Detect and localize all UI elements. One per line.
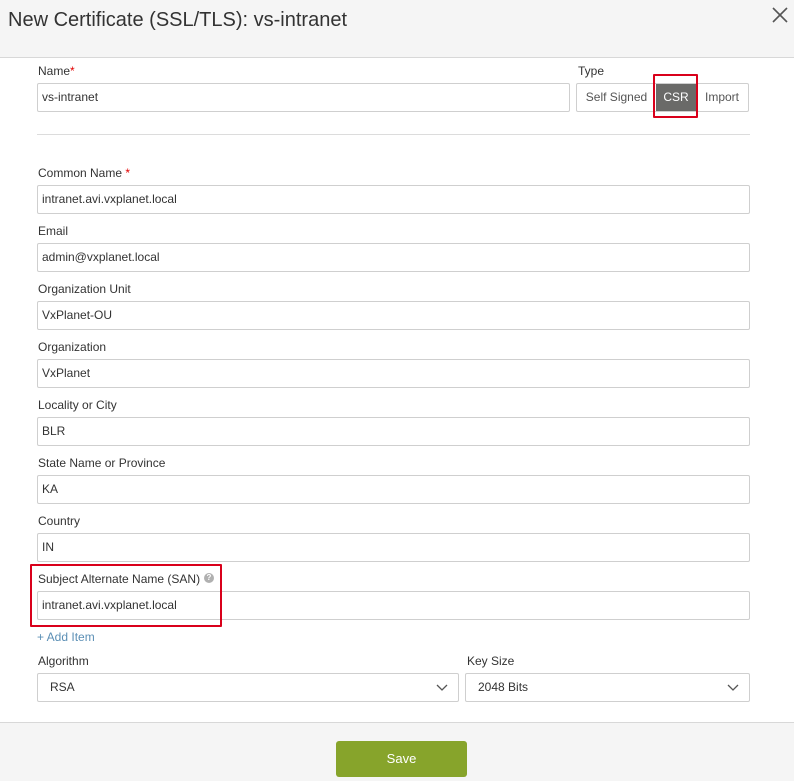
save-button[interactable]: Save: [336, 741, 467, 777]
type-csr-button[interactable]: CSR: [656, 84, 696, 111]
org-unit-label: Organization Unit: [38, 282, 131, 296]
close-icon[interactable]: [769, 4, 791, 26]
state-input[interactable]: KA: [37, 475, 750, 504]
san-input[interactable]: intranet.avi.vxplanet.local: [37, 591, 750, 620]
algorithm-label: Algorithm: [38, 654, 89, 668]
organization-input[interactable]: VxPlanet: [37, 359, 750, 388]
algorithm-value: RSA: [50, 680, 75, 694]
state-label: State Name or Province: [38, 456, 166, 470]
key-size-select[interactable]: 2048 Bits: [465, 673, 750, 702]
name-input[interactable]: vs-intranet: [37, 83, 570, 112]
locality-label: Locality or City: [38, 398, 117, 412]
dialog-title: New Certificate (SSL/TLS): vs-intranet: [8, 9, 347, 31]
dialog-header: New Certificate (SSL/TLS): vs-intranet: [0, 0, 794, 58]
organization-label: Organization: [38, 340, 107, 354]
type-import-button[interactable]: Import: [696, 84, 748, 111]
help-icon[interactable]: ?: [204, 573, 214, 583]
locality-input[interactable]: BLR: [37, 417, 750, 446]
chevron-down-icon: [727, 684, 739, 691]
type-toggle-group: Self Signed CSR Import: [576, 83, 749, 112]
common-name-input[interactable]: intranet.avi.vxplanet.local: [37, 185, 750, 214]
common-name-label: Common Name *: [38, 166, 131, 180]
key-size-value: 2048 Bits: [478, 680, 529, 694]
email-label: Email: [38, 224, 69, 238]
san-label: Subject Alternate Name (SAN): [38, 572, 201, 586]
country-label: Country: [38, 514, 81, 528]
divider: [37, 134, 750, 135]
algorithm-select[interactable]: RSA: [37, 673, 459, 702]
add-item-link[interactable]: + Add Item: [37, 630, 95, 644]
required-mark: *: [70, 64, 75, 78]
email-input[interactable]: admin@vxplanet.local: [37, 243, 750, 272]
key-size-label: Key Size: [467, 654, 515, 668]
type-self-signed-button[interactable]: Self Signed: [577, 84, 656, 111]
type-label: Type: [578, 64, 605, 78]
chevron-down-icon: [436, 684, 448, 691]
org-unit-input[interactable]: VxPlanet-OU: [37, 301, 750, 330]
name-label: Name*: [38, 64, 75, 78]
required-mark: *: [125, 166, 131, 180]
country-input[interactable]: IN: [37, 533, 750, 562]
